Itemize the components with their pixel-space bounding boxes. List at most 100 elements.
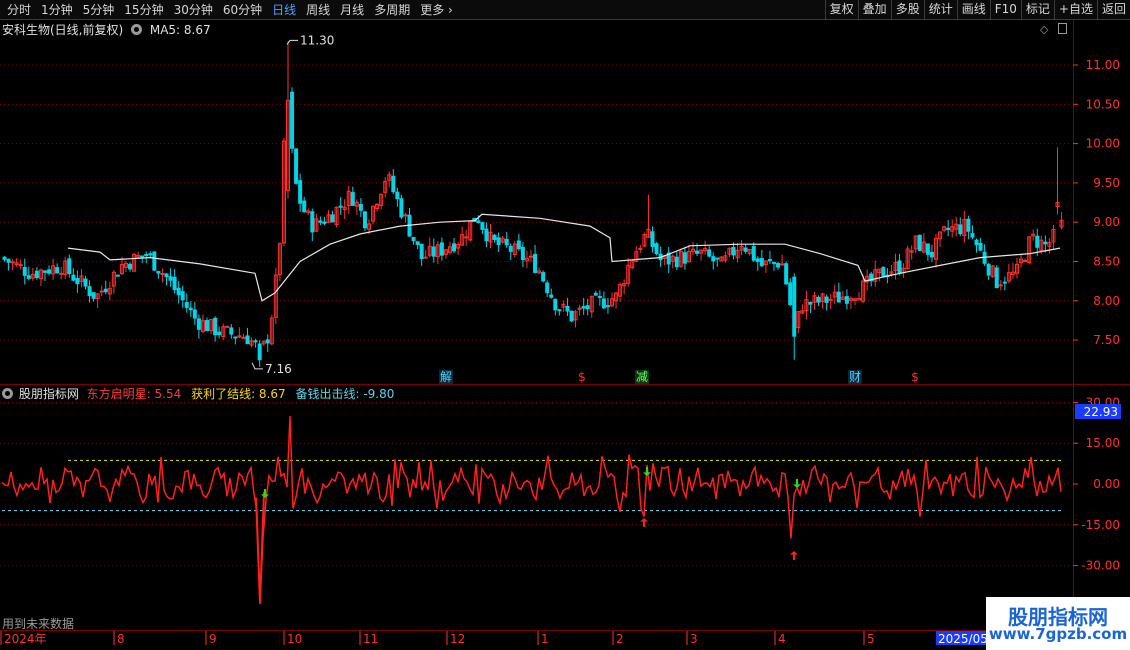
time-label-6: 1	[541, 632, 549, 646]
indicator-tick-label: 0.00	[1093, 477, 1120, 491]
candle-body	[338, 205, 343, 208]
candle-body	[10, 261, 15, 264]
candle-body	[290, 91, 295, 149]
candle-body	[115, 274, 120, 277]
indicator-name: 股朋指标网	[18, 387, 79, 401]
time-label-8: 3	[690, 632, 698, 646]
candle-body	[780, 263, 785, 266]
event-marker-4: $	[911, 370, 919, 384]
candle-body	[767, 259, 772, 262]
candle-body	[601, 298, 606, 309]
time-label-4: 11	[363, 632, 378, 646]
sell-arrow-icon	[643, 467, 651, 476]
candle-body	[358, 203, 363, 211]
candle-body	[22, 266, 27, 276]
candle-body	[755, 258, 760, 262]
min-pointer	[251, 362, 263, 370]
price-panel-header: 安科生物(日线,前复权) MA5: 8.67	[2, 22, 211, 38]
series-2-label: 获利了结线: 8.67	[191, 387, 286, 401]
candle-body	[192, 309, 197, 319]
candle-body	[1035, 235, 1040, 248]
candle-body	[217, 331, 222, 335]
candle-body	[431, 246, 436, 257]
candle-body	[707, 249, 712, 257]
candle-body	[533, 253, 538, 273]
candle-body	[188, 307, 193, 311]
chart-canvas: 11.00 10.50 10.00 9.50 9.00 8.50 8.00 7.50 3 0.00…	[0, 20, 1130, 650]
candle-body	[929, 251, 934, 258]
max-price-label: 11.30	[300, 33, 334, 47]
candle-body	[480, 222, 485, 230]
candle-body	[966, 218, 971, 232]
candle-body	[998, 284, 1003, 287]
indicator-gear-icon[interactable]	[2, 388, 13, 399]
candle-body	[302, 200, 307, 213]
candle-body	[403, 214, 408, 217]
candle-body	[18, 264, 23, 267]
candle-body	[6, 258, 11, 263]
candle-body	[55, 267, 60, 274]
time-label-9: 4	[778, 632, 786, 646]
candle-body	[994, 267, 999, 289]
candle-body	[265, 339, 270, 344]
candle-body	[391, 175, 396, 193]
candle-body	[974, 239, 979, 246]
candle-body	[557, 309, 562, 312]
watermark-badge: 股朋指标网 www.7gpzb.com	[986, 597, 1130, 650]
candle-body	[184, 301, 189, 308]
candle-body	[213, 317, 218, 336]
sell-arrow-icon-head	[643, 472, 651, 476]
candle-body	[784, 263, 789, 285]
sell-arrow-icon-head	[793, 484, 801, 488]
candle-body	[362, 211, 367, 229]
candle-body	[99, 290, 104, 293]
candle-body	[419, 243, 424, 259]
time-label-2: 9	[209, 632, 217, 646]
candle-body	[654, 243, 659, 255]
candle-body	[504, 238, 509, 246]
candle-body	[140, 255, 145, 258]
event-marker-1: $	[578, 370, 586, 384]
candle-body	[152, 251, 157, 271]
candle-body	[520, 246, 525, 261]
candle-body	[67, 258, 72, 274]
candle-body	[545, 282, 550, 294]
panel-toggle-icon[interactable]	[1057, 23, 1067, 34]
candle-body	[496, 237, 501, 246]
candle-body	[233, 336, 238, 339]
candle-body	[776, 263, 781, 268]
candle-body	[43, 270, 47, 273]
indicator-panel-header: 股朋指标网 东方启明星: 5.54 获利了结线: 8.67 备钱出击线: -9.…	[2, 386, 394, 402]
buy-arrow-icon-head	[640, 518, 648, 522]
candle-body	[788, 282, 793, 305]
price-tick-label: 9.00	[1093, 215, 1120, 229]
candle-body	[925, 243, 930, 255]
candle-body	[180, 291, 185, 301]
candle-body	[423, 256, 428, 259]
price-tick-label: 11.00	[1086, 58, 1120, 72]
settings-gear-icon[interactable]	[131, 24, 143, 35]
candle-body	[958, 224, 963, 235]
price-tick-label: 10.00	[1086, 137, 1120, 151]
price-tick-label: 7.50	[1093, 333, 1120, 347]
candle-body	[772, 261, 776, 264]
candle-body	[156, 270, 161, 274]
diamond-icon[interactable]: ◇	[1040, 23, 1048, 36]
candlestick-series	[2, 41, 1064, 367]
candle-body	[71, 274, 76, 281]
candle-body	[148, 253, 153, 256]
event-marker-0: 解	[440, 370, 452, 384]
candle-body	[103, 288, 108, 293]
candle-body	[569, 310, 574, 322]
price-tick-label: 10.50	[1086, 97, 1120, 111]
candle-body	[638, 247, 643, 250]
candle-body	[91, 292, 96, 299]
candle-body	[196, 318, 201, 330]
candle-body	[294, 148, 299, 184]
candle-body	[585, 305, 590, 310]
candle-body	[1043, 241, 1048, 245]
candle-body	[75, 277, 80, 285]
time-label-10: 5	[867, 632, 875, 646]
candle-body	[508, 245, 513, 252]
candle-body	[411, 236, 416, 242]
